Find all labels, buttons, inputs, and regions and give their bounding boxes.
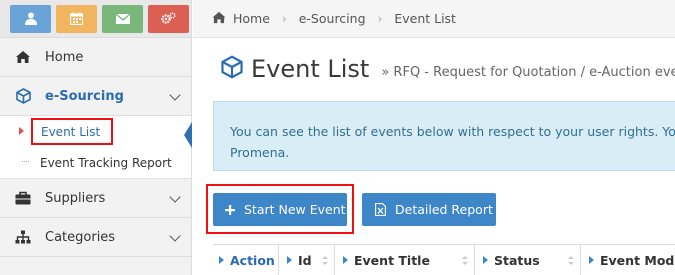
breadcrumb-separator: ›: [377, 11, 383, 26]
sidebar-item-categories[interactable]: Categories: [0, 218, 191, 257]
caret-right-icon: [343, 256, 348, 264]
main-content: Home › e-Sourcing › Event List Event Lis…: [193, 0, 675, 275]
breadcrumb-e-sourcing[interactable]: e-Sourcing: [299, 11, 366, 26]
user-icon[interactable]: [10, 4, 51, 33]
envelope-icon[interactable]: [102, 4, 143, 33]
sort-icon: [568, 255, 574, 265]
column-header-event-mode[interactable]: Event Mode: [581, 245, 675, 275]
submenu-item-event-tracking-report[interactable]: Event Tracking Report: [0, 148, 191, 178]
caret-right-icon: [483, 256, 488, 264]
sidebar-item-home[interactable]: Home: [0, 38, 191, 77]
detailed-report-label: Detailed Report: [395, 202, 493, 217]
cube-icon: [221, 55, 243, 83]
briefcase-icon: [14, 190, 32, 206]
notice-text-line1: You can see the list of events below wit…: [230, 124, 675, 139]
excel-file-icon: [375, 203, 386, 216]
sidebar-item-label: Categories: [45, 229, 116, 245]
page-subtitle: » RFQ - Request for Quotation / e-Auctio…: [381, 64, 675, 80]
sidebar-item-label: Suppliers: [45, 190, 106, 206]
gears-icon[interactable]: [148, 4, 189, 33]
submenu-item-label: Event Tracking Report: [40, 156, 172, 170]
plus-icon: [225, 204, 235, 215]
detailed-report-button[interactable]: Detailed Report: [362, 193, 496, 226]
sidebar-item-label: e-Sourcing: [45, 88, 124, 104]
active-indicator: [184, 122, 192, 148]
chevron-down-icon: [169, 89, 181, 101]
sidebar-item-label: Home: [45, 49, 84, 65]
breadcrumb-event-list: Event List: [394, 11, 456, 26]
caret-right-icon: [219, 256, 224, 264]
page-title: Event List: [251, 55, 370, 83]
sort-icon: [322, 255, 328, 265]
sidebar-item-suppliers[interactable]: Suppliers: [0, 179, 191, 218]
info-notice: You can see the list of events below wit…: [213, 101, 675, 171]
event-list-highlight: Event List: [31, 118, 113, 145]
sidebar: Home e-Sourcing Event List Event Trackin…: [0, 0, 192, 275]
cube-icon: [14, 88, 32, 104]
sidebar-submenu: Event List Event Tracking Report: [0, 116, 192, 179]
column-header-event-title[interactable]: Event Title: [335, 244, 475, 275]
top-icon-bar: [0, 0, 191, 38]
column-header-status[interactable]: Status: [475, 244, 581, 275]
caret-right-icon: [19, 127, 24, 135]
submenu-item-label: Event List: [41, 124, 101, 139]
breadcrumb-home[interactable]: Home: [233, 11, 270, 26]
chevron-down-icon: [169, 230, 181, 242]
chevron-down-icon: [169, 191, 181, 203]
tree-connector: [22, 161, 29, 162]
start-new-event-label: Start New Event: [244, 202, 346, 217]
home-icon: [14, 49, 32, 65]
column-header-action[interactable]: Action: [213, 244, 279, 275]
home-icon: [211, 11, 227, 27]
caret-right-icon: [287, 256, 292, 264]
breadcrumb: Home › e-Sourcing › Event List: [193, 0, 675, 38]
table-header: Action Id Event Title Status Event Mode: [213, 244, 675, 275]
sitemap-icon: [14, 229, 32, 245]
calendar-icon[interactable]: [56, 4, 97, 33]
submenu-item-event-list[interactable]: Event List: [0, 116, 192, 148]
sort-icon: [462, 255, 468, 265]
notice-text-line2: Promena.: [230, 145, 290, 160]
start-new-event-button[interactable]: Start New Event: [213, 193, 347, 226]
page-header: Event List » RFQ - Request for Quotation…: [221, 55, 675, 83]
sidebar-item-e-sourcing[interactable]: e-Sourcing: [0, 77, 191, 116]
breadcrumb-separator: ›: [281, 11, 287, 26]
column-header-id[interactable]: Id: [279, 244, 335, 275]
caret-right-icon: [589, 256, 594, 264]
